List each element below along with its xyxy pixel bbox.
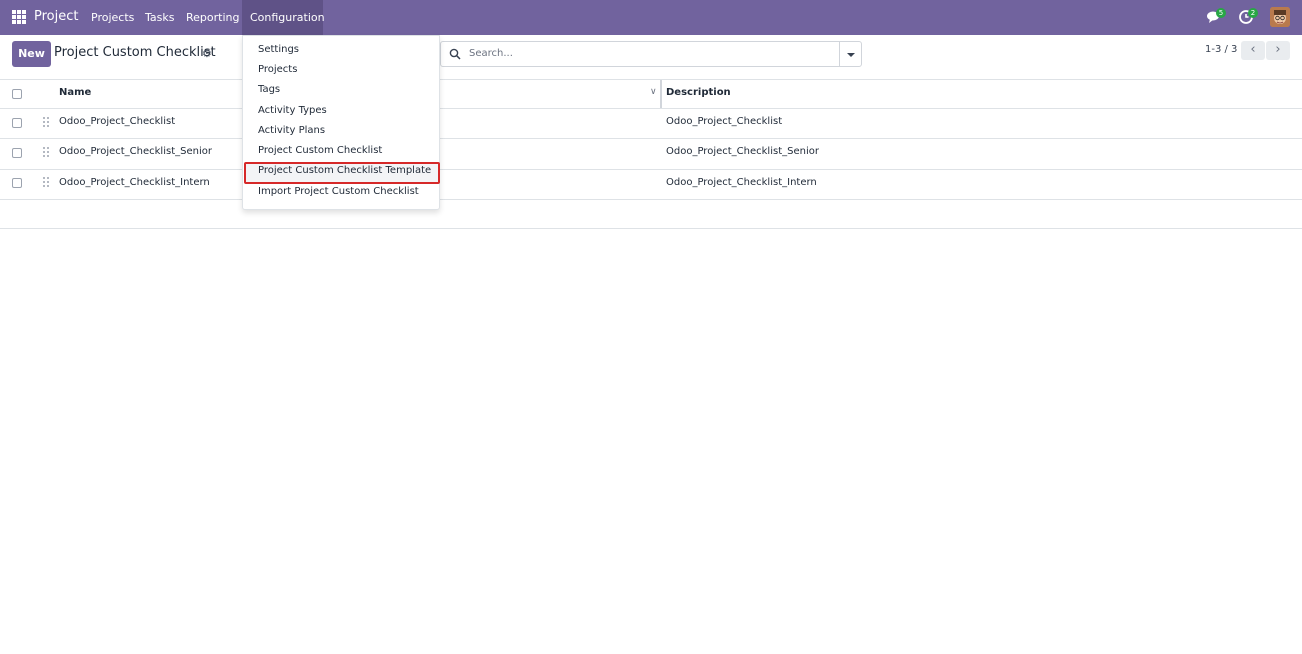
activities-badge: 2 <box>1248 8 1258 18</box>
table-cell-description[interactable]: Odoo_Project_Checklist_Senior <box>666 146 819 157</box>
row-divider <box>0 199 1302 200</box>
caret-down-icon <box>847 53 855 57</box>
row-divider <box>0 169 1302 170</box>
search-icon <box>449 48 461 60</box>
table-cell-name[interactable]: Odoo_Project_Checklist_Intern <box>59 177 210 188</box>
table-top-border <box>0 79 1302 80</box>
dropdown-item-tags[interactable]: Tags <box>258 84 280 95</box>
gear-icon[interactable]: ⚙ <box>202 47 212 60</box>
new-button[interactable]: New <box>12 41 51 67</box>
chevron-down-icon[interactable]: ∨ <box>650 87 657 97</box>
row-checkbox[interactable] <box>12 118 22 128</box>
avatar[interactable] <box>1270 7 1290 27</box>
dropdown-item-activity-types[interactable]: Activity Types <box>258 105 327 116</box>
dropdown-item-projects[interactable]: Projects <box>258 64 297 75</box>
search-input[interactable]: Search... <box>440 41 840 67</box>
table-cell-description[interactable]: Odoo_Project_Checklist <box>666 116 782 127</box>
header-divider <box>0 108 1302 109</box>
menu-reporting[interactable]: Reporting <box>186 11 239 24</box>
column-header-name[interactable]: Name <box>59 87 91 98</box>
top-navbar: Project Projects Tasks Reporting Configu… <box>0 0 1302 35</box>
drag-handle-icon[interactable] <box>43 177 49 187</box>
configuration-dropdown: Settings Projects Tags Activity Types Ac… <box>242 35 440 210</box>
select-all-checkbox[interactable] <box>12 89 22 99</box>
messages-badge: 5 <box>1216 8 1226 18</box>
dropdown-item-settings[interactable]: Settings <box>258 44 299 55</box>
menu-configuration[interactable]: Configuration <box>250 11 325 24</box>
menu-tasks[interactable]: Tasks <box>145 11 174 24</box>
table-bottom-border <box>0 228 1302 229</box>
table-cell-name[interactable]: Odoo_Project_Checklist_Senior <box>59 146 212 157</box>
menu-projects[interactable]: Projects <box>91 11 134 24</box>
column-header-description[interactable]: Description <box>666 87 731 98</box>
dropdown-item-project-custom-checklist-template[interactable]: Project Custom Checklist Template <box>258 165 431 176</box>
apps-grid-icon[interactable] <box>12 10 26 24</box>
dropdown-item-project-custom-checklist[interactable]: Project Custom Checklist <box>258 145 382 156</box>
row-checkbox[interactable] <box>12 148 22 158</box>
pager-prev-button[interactable]: ‹ <box>1241 41 1265 60</box>
table-cell-name[interactable]: Odoo_Project_Checklist <box>59 116 175 127</box>
row-divider <box>0 138 1302 139</box>
drag-handle-icon[interactable] <box>43 117 49 127</box>
search-options-toggle[interactable] <box>839 41 862 67</box>
pager-next-button[interactable]: › <box>1266 41 1290 60</box>
pager-value[interactable]: 1-3 / 3 <box>1205 44 1237 55</box>
dropdown-item-activity-plans[interactable]: Activity Plans <box>258 125 325 136</box>
app-brand[interactable]: Project <box>34 9 78 24</box>
column-resize-handle[interactable] <box>660 80 662 108</box>
dropdown-item-import-project-custom-checklist[interactable]: Import Project Custom Checklist <box>258 186 419 197</box>
drag-handle-icon[interactable] <box>43 147 49 157</box>
table-cell-description[interactable]: Odoo_Project_Checklist_Intern <box>666 177 817 188</box>
page-title: Project Custom Checklist <box>54 45 216 60</box>
row-checkbox[interactable] <box>12 178 22 188</box>
search-placeholder: Search... <box>469 48 513 59</box>
